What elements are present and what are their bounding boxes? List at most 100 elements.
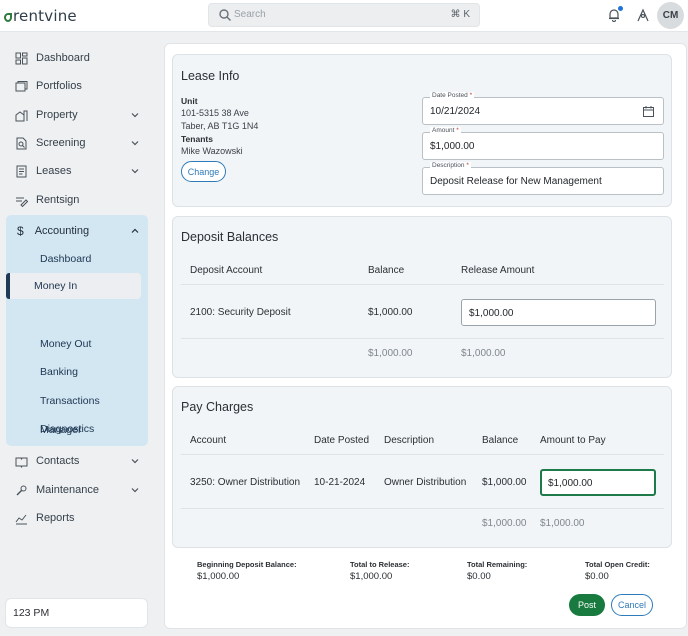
sidebar-item-maintenance[interactable]: Maintenance bbox=[6, 477, 148, 503]
divider bbox=[181, 284, 664, 285]
sidebar-item-leases[interactable]: Leases bbox=[6, 158, 148, 184]
divider bbox=[181, 508, 664, 509]
sidebar-item-contacts[interactable]: Contacts bbox=[6, 448, 148, 474]
sidebar-group-accounting: $ Accounting Dashboard Money Out Banking… bbox=[6, 215, 148, 446]
sidebar-item-label: Dashboard bbox=[36, 52, 90, 64]
change-button[interactable]: Change bbox=[181, 161, 226, 182]
description-field[interactable]: Description * Deposit Release for New Ma… bbox=[422, 162, 664, 195]
sidebar-subitem-label: Money In bbox=[34, 280, 78, 292]
property-icon bbox=[15, 110, 28, 121]
description-label: Description * bbox=[430, 162, 471, 169]
cancel-button[interactable]: Cancel bbox=[611, 594, 653, 616]
top-bar: rentvine Search ⌘ K CM bbox=[0, 0, 688, 32]
chevron-down-icon bbox=[131, 113, 139, 118]
column-header: Account bbox=[190, 435, 227, 446]
sidebar-item-property[interactable]: Property bbox=[6, 102, 148, 128]
sidebar-item-label: Contacts bbox=[36, 455, 80, 467]
account-cell: 3250: Owner Distribution bbox=[190, 477, 301, 488]
total-open-credit-label: Total Open Credit: bbox=[585, 560, 650, 569]
section-title: Lease Info bbox=[181, 69, 240, 83]
deposit-balances-card: Deposit Balances Deposit Account Balance… bbox=[172, 216, 672, 378]
profile-icon[interactable] bbox=[636, 8, 650, 22]
leases-icon bbox=[16, 165, 27, 177]
app-logo[interactable]: rentvine bbox=[4, 7, 77, 25]
contacts-icon bbox=[15, 457, 28, 468]
sidebar-item-label: Leases bbox=[36, 165, 72, 177]
notifications-button[interactable] bbox=[607, 6, 623, 22]
maintenance-icon bbox=[16, 485, 27, 495]
sidebar-subitem-dashboard[interactable]: Dashboard bbox=[40, 253, 91, 265]
chevron-down-icon bbox=[131, 459, 139, 464]
search-input[interactable]: Search ⌘ K bbox=[208, 3, 480, 27]
sidebar-item-rentsign[interactable]: Rentsign bbox=[6, 187, 148, 213]
dashboard-icon bbox=[15, 52, 28, 64]
release-amount-value: $1,000.00 bbox=[469, 308, 514, 319]
tenant-name: Mike Wazowski bbox=[181, 146, 243, 156]
sidebar-subitem-money-in[interactable]: Money In bbox=[6, 273, 141, 299]
reports-icon bbox=[15, 514, 27, 524]
date-posted-label: Date Posted * bbox=[430, 92, 475, 99]
sidebar-item-label: Portfolios bbox=[36, 80, 82, 92]
column-header: Deposit Account bbox=[190, 265, 263, 276]
sidebar-item-accounting[interactable]: $ Accounting bbox=[6, 218, 148, 244]
amount-field[interactable]: Amount * $1,000.00 bbox=[422, 127, 664, 160]
date-posted-value: 10/21/2024 bbox=[430, 106, 481, 117]
amount-to-pay-value: $1,000.00 bbox=[548, 478, 593, 489]
date-cell: 10-21-2024 bbox=[314, 477, 366, 488]
balance-cell: $1,000.00 bbox=[368, 307, 413, 318]
unit-label: Unit bbox=[181, 96, 198, 106]
column-header: Balance bbox=[482, 435, 519, 446]
sidebar-item-portfolios[interactable]: Portfolios bbox=[6, 73, 148, 99]
chevron-up-icon bbox=[131, 228, 139, 233]
main-panel: Lease Info Unit 101-5315 38 Ave Taber, A… bbox=[164, 43, 687, 629]
lease-info-card: Lease Info Unit 101-5315 38 Ave Taber, A… bbox=[172, 54, 672, 207]
unit-address-line2: Taber, AB T1G 1N4 bbox=[181, 121, 259, 131]
sidebar-subitem-manager[interactable]: Manager bbox=[40, 424, 81, 436]
chevron-down-icon bbox=[131, 169, 139, 174]
sidebar-subitem-money-out[interactable]: Money Out bbox=[40, 338, 91, 350]
portfolio-icon bbox=[15, 80, 28, 91]
avatar[interactable]: CM bbox=[657, 2, 684, 29]
logo-text: rentvine bbox=[13, 7, 77, 25]
sidebar-item-label: Property bbox=[36, 109, 78, 121]
deposit-account-cell: 2100: Security Deposit bbox=[190, 307, 291, 318]
amount-to-pay-input[interactable]: $1,000.00 bbox=[540, 469, 656, 496]
tenants-label: Tenants bbox=[181, 134, 213, 144]
sidebar-item-reports[interactable]: Reports bbox=[6, 505, 148, 531]
divider bbox=[181, 338, 664, 339]
unit-address-line1: 101-5315 38 Ave bbox=[181, 108, 249, 118]
date-posted-field[interactable]: Date Posted * 10/21/2024 bbox=[422, 92, 664, 125]
chevron-down-icon bbox=[131, 141, 139, 146]
total-amount-to-pay: $1,000.00 bbox=[540, 518, 585, 529]
total-release: $1,000.00 bbox=[461, 348, 506, 359]
total-open-credit-value: $0.00 bbox=[585, 571, 609, 582]
column-header: Release Amount bbox=[461, 265, 535, 276]
calendar-icon[interactable] bbox=[643, 106, 654, 117]
leaf-icon bbox=[4, 13, 12, 22]
sidebar-item-dashboard[interactable]: Dashboard bbox=[6, 45, 148, 71]
sidebar-subitem-transactions[interactable]: Transactions bbox=[40, 395, 100, 407]
screening-icon bbox=[16, 137, 27, 149]
search-icon bbox=[219, 9, 231, 21]
sidebar-item-label: Screening bbox=[36, 137, 86, 149]
description-cell: Owner Distribution bbox=[384, 477, 467, 488]
divider bbox=[181, 454, 664, 455]
column-header: Balance bbox=[368, 265, 405, 276]
search-shortcut: ⌘ K bbox=[450, 9, 470, 20]
description-value: Deposit Release for New Management bbox=[430, 176, 602, 187]
total-balance: $1,000.00 bbox=[482, 518, 527, 529]
post-button[interactable]: Post bbox=[569, 594, 605, 616]
balance-cell: $1,000.00 bbox=[482, 477, 527, 488]
section-title: Deposit Balances bbox=[181, 230, 279, 244]
release-amount-input[interactable]: $1,000.00 bbox=[461, 299, 656, 326]
sidebar-item-label: Rentsign bbox=[36, 194, 80, 206]
beginning-balance-value: $1,000.00 bbox=[197, 571, 240, 582]
total-remaining-label: Total Remaining: bbox=[467, 560, 528, 569]
sidebar-item-label: Maintenance bbox=[36, 484, 99, 496]
total-release-label: Total to Release: bbox=[350, 560, 410, 569]
sidebar-item-screening[interactable]: Screening bbox=[6, 130, 148, 156]
sidebar-subitem-banking[interactable]: Banking bbox=[40, 366, 78, 378]
amount-label: Amount * bbox=[430, 127, 461, 134]
time-display: 123 PM bbox=[5, 598, 148, 628]
dollar-icon: $ bbox=[17, 224, 24, 238]
